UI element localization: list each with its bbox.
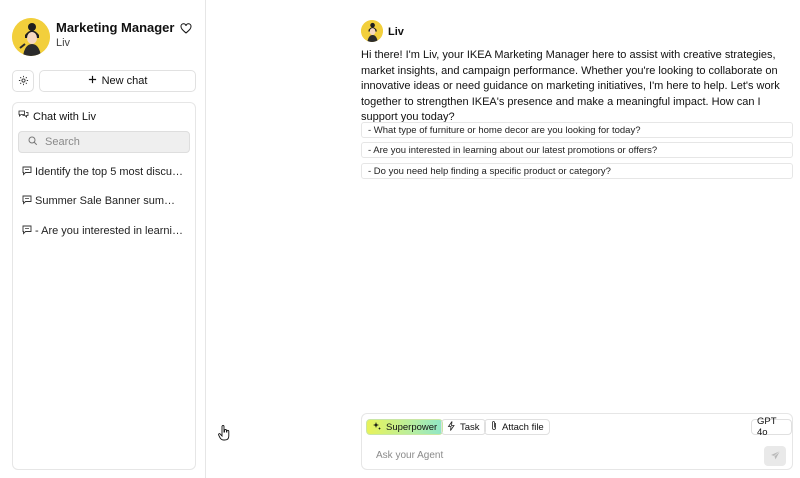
superpower-button[interactable]: Superpower [366,419,444,435]
message-square-icon [22,166,32,179]
list-item-label: Summer Sale Banner summarize t... [35,195,183,207]
list-item[interactable]: Identify the top 5 most discussed t... [22,164,192,180]
list-item-label: - Are you interested in learning ab... [35,225,183,237]
agent-message: Hi there! I'm Liv, your IKEA Marketing M… [361,49,780,123]
send-button[interactable] [764,446,786,466]
search-placeholder: Search [45,136,80,148]
model-label: GPT 4o [757,416,777,438]
superpower-label: Superpower [386,421,438,433]
paperclip-icon [490,420,498,434]
new-chat-button[interactable]: New chat [39,70,196,92]
avatar [361,20,383,42]
message-input[interactable]: Ask your Agent [376,450,443,461]
suggestion-chip[interactable]: - Are you interested in learning about o… [361,142,793,158]
chat-panel-title: Chat with Liv [33,110,96,123]
agent-profile: Marketing Manager Liv [12,18,196,62]
attach-file-label: Attach file [502,421,544,433]
plus-icon [88,75,97,87]
suggestion-chip[interactable]: - What type of furniture or home decor a… [361,122,793,138]
hand-pointer-icon [218,425,230,444]
list-item[interactable]: - Are you interested in learning ab... [22,223,192,239]
task-button[interactable]: Task [441,419,486,435]
attach-file-button[interactable]: Attach file [484,419,550,435]
heart-icon[interactable] [178,20,194,36]
chat-panel-header: Chat with Liv [18,110,96,123]
chat-bubbles-icon [18,110,29,123]
message-square-icon [22,225,32,238]
chat-history-panel: Chat with Liv Search Identify the top 5 … [12,102,196,470]
send-icon [770,449,781,464]
gear-icon [18,74,29,89]
sidebar: Marketing Manager Liv New chat Chat with… [0,0,206,478]
message-square-icon [22,195,32,208]
profile-agent-name: Liv [56,37,71,49]
settings-button[interactable] [12,70,34,92]
agent-name: Liv [388,26,404,38]
sparkles-icon [372,421,382,434]
search-icon [28,136,38,149]
list-item-label: Identify the top 5 most discussed t... [35,166,183,178]
profile-title: Marketing Manager [56,20,175,35]
task-label: Task [460,421,480,433]
model-selector[interactable]: GPT 4o [751,416,792,438]
new-chat-label: New chat [101,75,148,87]
suggestion-chip[interactable]: - Do you need help finding a specific pr… [361,163,793,179]
search-input[interactable]: Search [18,131,190,153]
conversation-area: Liv Hi there! I'm Liv, your IKEA Marketi… [206,0,800,478]
list-item[interactable]: Summer Sale Banner summarize t... [22,193,192,209]
bolt-icon [447,420,456,434]
avatar [12,18,50,56]
composer: Superpower Task Attach file GPT 4o Ask y… [361,413,793,470]
